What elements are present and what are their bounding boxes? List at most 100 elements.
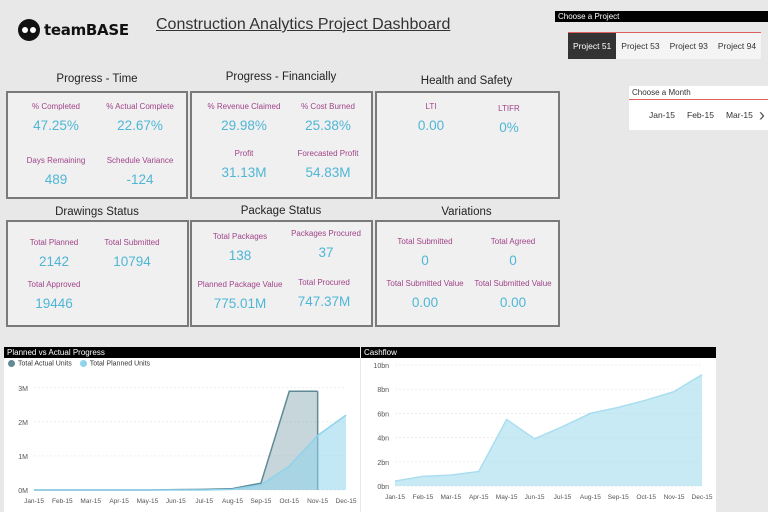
x-tick-label: Feb-15 — [413, 494, 434, 501]
x-tick-label: Apr-15 — [469, 494, 489, 501]
chart-plot-area: 0bn 2bn 4bn 6bn 8bn 10bn Jan-15 Feb-15 Mar-15 Apr… — [373, 363, 713, 501]
x-tick-label: Sep-15 — [250, 498, 271, 505]
kpi-value: 747.37M — [297, 294, 351, 309]
kpi-value: 22.67% — [117, 118, 163, 133]
x-tick-label: Oct-15 — [636, 494, 656, 501]
month-feb-15[interactable]: Feb-15 — [681, 102, 720, 128]
x-tick-label: Sep-15 — [608, 494, 629, 501]
kpi-value: 47.25% — [33, 118, 79, 133]
kpi-value: 138 — [228, 248, 252, 263]
project-93-button[interactable]: Project 93 — [664, 32, 713, 59]
legend-label-actual: Total Actual Units — [18, 360, 72, 368]
y-tick-label: 3M — [18, 386, 28, 393]
kpi-value: 489 — [44, 172, 68, 187]
kpi-label: Total Procured — [298, 278, 350, 287]
x-tick-label: Nov-15 — [664, 494, 685, 501]
month-jan-15[interactable]: Jan-15 — [643, 102, 681, 128]
x-tick-label: Jun-15 — [525, 494, 545, 501]
kpi-value: 0% — [499, 120, 519, 135]
health-safety-title: Health and Safety — [420, 75, 513, 87]
month-slicer: Choose a Month Jan-15 Feb-15 Mar-15 › — [629, 86, 768, 130]
x-tick-label: Apr-15 — [109, 498, 129, 505]
kpi-label: LTIFR — [498, 104, 520, 113]
project-51-button[interactable]: Project 51 — [568, 32, 617, 59]
kpi-value: 54.83M — [305, 165, 351, 180]
kpi-label: % Cost Burned — [301, 102, 355, 111]
x-tick-label: Aug-15 — [222, 498, 243, 505]
x-tick-label: Aug-15 — [580, 494, 601, 501]
kpi-value: 775.01M — [213, 296, 267, 311]
kpi-value: 25.38% — [305, 118, 351, 133]
x-tick-label: Jul-15 — [554, 494, 572, 501]
kpi-label: % Completed — [31, 102, 81, 111]
kpi-value: 0 — [509, 253, 517, 268]
month-mar-15[interactable]: Mar-15 — [720, 102, 759, 128]
y-tick-label: 0bn — [377, 484, 389, 491]
planned-vs-actual-chart: Planned vs Actual Progress Total Actual … — [4, 347, 360, 512]
x-tick-label: Mar-15 — [441, 494, 462, 501]
kpi-label: Schedule Variance — [106, 156, 174, 165]
progress-time-title: Progress - Time — [56, 73, 138, 85]
x-tick-label: Jul-15 — [195, 498, 213, 505]
x-tick-label: Dec-15 — [692, 494, 713, 501]
y-tick-label: 2M — [18, 420, 28, 427]
variations-panel: Total Submitted 0 Total Agreed 0 Total S… — [375, 220, 560, 327]
chevron-right-icon[interactable]: › — [759, 102, 765, 128]
health-safety-panel: LTI 0.00 LTIFR 0% — [375, 91, 560, 199]
x-tick-label: Jan-15 — [385, 494, 405, 501]
kpi-label: Total Submitted Value — [386, 279, 464, 288]
y-tick-label: 2bn — [377, 460, 389, 467]
x-tick-label: Mar-15 — [80, 498, 101, 505]
y-tick-label: 0M — [18, 488, 28, 495]
month-slicer-label: Choose a Month — [629, 86, 768, 100]
logo-mark-icon — [18, 19, 40, 41]
project-slicer-label: Choose a Project — [555, 11, 768, 22]
logo-text: teamBASE — [44, 21, 129, 39]
x-tick-label: Nov-15 — [307, 498, 328, 505]
kpi-label: Packages Procured — [291, 229, 361, 238]
y-tick-label: 4bn — [377, 436, 389, 443]
legend-label-planned: Total Planned Units — [89, 360, 151, 368]
kpi-value: 29.98% — [221, 118, 267, 133]
kpi-value: 10794 — [113, 254, 151, 269]
chart-plot-area: 0M 1M 2M 3M Jan-15 Feb-15 Mar-15 Apr-15 May-15 Ju… — [18, 386, 357, 505]
kpi-value: 37 — [318, 245, 334, 260]
project-list: Project 51 Project 53 Project 93 Project… — [568, 32, 768, 59]
legend-item: Total Actual Units — [8, 360, 72, 367]
legend-swatch-actual — [8, 360, 15, 367]
project-94-button[interactable]: Project 94 — [712, 32, 762, 59]
kpi-label: Total Packages — [212, 232, 268, 241]
kpi-label: Total Approved — [27, 280, 81, 289]
kpi-value: 31.13M — [221, 165, 267, 180]
kpi-label: Total Submitted — [104, 238, 160, 247]
x-tick-label: May-15 — [496, 494, 518, 501]
kpi-label: % Revenue Claimed — [207, 102, 281, 111]
kpi-label: Total Agreed — [490, 237, 536, 246]
x-tick-label: Jun-15 — [166, 498, 186, 505]
legend-swatch-planned — [79, 360, 87, 367]
kpi-label: Total Submitted — [397, 237, 453, 246]
cashflow-chart: Cashflow 0bn 2bn 4bn 6bn 8bn 10bn Jan-15 Feb-15… — [361, 347, 716, 512]
kpi-value: 0.00 — [499, 295, 527, 310]
package-status-title: Package Status — [240, 205, 322, 217]
page-title: Construction Analytics Project Dashboard — [156, 16, 451, 33]
teambase-logo: teamBASE — [18, 18, 129, 42]
chart-legend: Total Actual Units Total Planned Units — [4, 358, 360, 369]
drawings-status-panel: Total Planned 2142 Total Submitted 10794… — [6, 220, 189, 327]
progress-financial-title: Progress - Financially — [225, 71, 337, 83]
project-53-button[interactable]: Project 53 — [616, 32, 665, 59]
kpi-label: Total Submitted Value — [474, 279, 552, 288]
project-slicer: Choose a Project Project 51 Project 53 P… — [555, 11, 768, 59]
kpi-label: Planned Package Value — [197, 280, 283, 289]
variations-title: Variations — [441, 206, 492, 218]
x-tick-label: Dec-15 — [336, 498, 357, 505]
x-tick-label: May-15 — [137, 498, 159, 505]
kpi-label: % Actual Complete — [106, 102, 174, 111]
y-tick-label: 8bn — [377, 387, 389, 394]
kpi-label: Profit — [234, 149, 254, 158]
chart-title: Cashflow — [361, 347, 716, 358]
y-tick-label: 6bn — [377, 411, 389, 418]
y-tick-label: 10bn — [373, 363, 389, 370]
legend-item: Total Planned Units — [79, 360, 151, 368]
progress-financial-panel: % Revenue Claimed 29.98% % Cost Burned 2… — [190, 91, 373, 199]
